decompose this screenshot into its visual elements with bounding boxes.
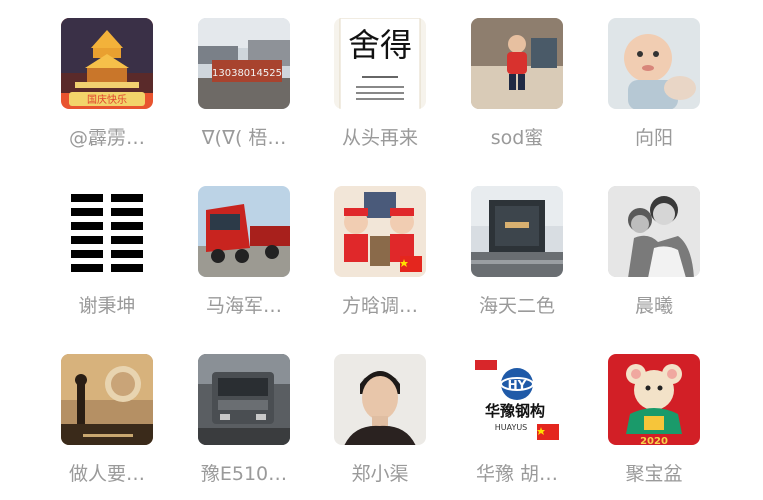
- avatar-caption: 国庆快乐: [87, 93, 127, 106]
- contact-item[interactable]: sod蜜: [452, 0, 582, 150]
- contact-name: ᐁ(ᐁ( 梧…: [201, 127, 287, 150]
- mouse-newyear-avatar-icon[interactable]: 2020: [608, 354, 700, 446]
- contact-name: 豫E510…: [200, 463, 288, 486]
- baby-photo-avatar-icon[interactable]: [608, 18, 700, 110]
- contact-name: 马海军…: [205, 295, 282, 318]
- contact-item[interactable]: 方晗调…: [315, 168, 445, 318]
- contact-name: sod蜜: [490, 127, 544, 150]
- contact-name: @霹雳…: [68, 127, 145, 150]
- contact-item[interactable]: 做人要…: [42, 336, 172, 486]
- contact-name: 华豫 胡…: [475, 463, 559, 486]
- sunset-figure-avatar-icon[interactable]: [61, 354, 153, 446]
- gray-truck-avatar-icon[interactable]: [198, 354, 290, 446]
- avatar-caption-sub: HUAYUS: [495, 423, 528, 432]
- construction-sign-avatar-icon[interactable]: 13038014525: [198, 18, 290, 110]
- contact-item[interactable]: 谢秉坤: [42, 168, 172, 318]
- hexagram-avatar-icon[interactable]: [61, 186, 153, 278]
- contact-name: 郑小渠: [351, 463, 409, 486]
- contact-item[interactable]: 向阳: [589, 0, 719, 150]
- contact-item[interactable]: 2020 聚宝盆: [589, 336, 719, 486]
- man-portrait-avatar-icon[interactable]: [334, 354, 426, 446]
- contact-item[interactable]: 13038014525 ᐁ(ᐁ( 梧…: [179, 0, 309, 150]
- contact-name: 做人要…: [68, 463, 145, 486]
- calligraphy-avatar-icon[interactable]: 舍得: [334, 18, 426, 110]
- red-truck-avatar-icon[interactable]: [198, 186, 290, 278]
- contact-item[interactable]: 海天二色: [452, 168, 582, 318]
- mono-portrait-avatar-icon[interactable]: [608, 186, 700, 278]
- contact-name: 海天二色: [478, 295, 555, 318]
- contact-item[interactable]: 舍得 从头再来: [315, 0, 445, 150]
- contact-name: 向阳: [634, 127, 673, 150]
- contact-name: 方晗调…: [341, 295, 418, 318]
- contact-name: 谢秉坤: [78, 295, 136, 318]
- contact-name: 晨曦: [634, 295, 673, 318]
- avatar-caption: 舍得: [348, 26, 412, 64]
- huayu-logo-avatar-icon[interactable]: HY 华豫钢构 HUAYUS: [471, 354, 563, 446]
- contact-item[interactable]: 豫E510…: [179, 336, 309, 486]
- avatar-caption: 华豫钢构: [485, 402, 545, 420]
- tower-night-avatar-icon[interactable]: 国庆快乐: [61, 18, 153, 110]
- contact-item[interactable]: HY 华豫钢构 HUAYUS 华豫 胡…: [452, 336, 582, 486]
- avatar-caption: 13038014525: [212, 68, 282, 79]
- contact-name: 聚宝盆: [625, 463, 683, 486]
- svg-text:HY: HY: [508, 378, 527, 392]
- contact-item[interactable]: 国庆快乐 @霹雳…: [42, 0, 172, 150]
- building-avatar-icon[interactable]: [471, 186, 563, 278]
- contact-item[interactable]: 郑小渠: [315, 336, 445, 486]
- contacts-grid: 国庆快乐 @霹雳… 13038014525 ᐁ(ᐁ( 梧… 舍得 从头再来 so…: [0, 0, 763, 500]
- contact-item[interactable]: 晨曦: [589, 168, 719, 318]
- contact-name: 从头再来: [341, 127, 418, 150]
- svg-text:2020: 2020: [640, 436, 668, 445]
- contact-item[interactable]: 马海军…: [179, 168, 309, 318]
- child-photo-avatar-icon[interactable]: [471, 18, 563, 110]
- kids-flag-avatar-icon[interactable]: [334, 186, 426, 278]
